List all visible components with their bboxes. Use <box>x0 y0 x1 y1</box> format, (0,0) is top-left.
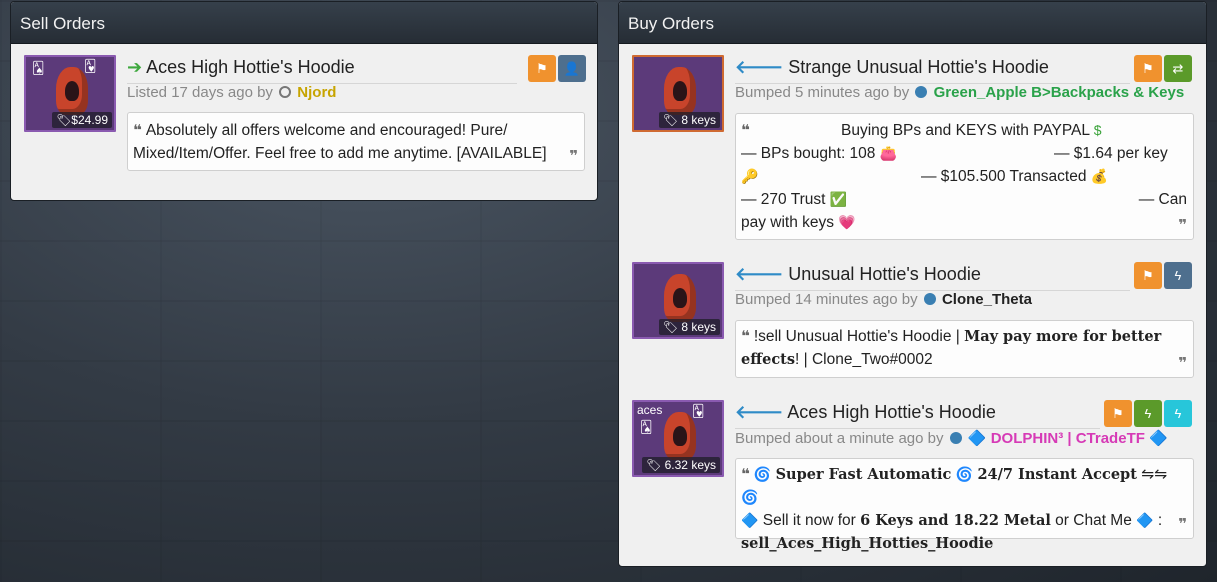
sell-orders-header: Sell Orders <box>11 2 597 44</box>
bolt-icon[interactable]: ϟ <box>1164 400 1192 427</box>
order-meta: Bumped 5 minutes ago by Green_Apple B>Ba… <box>735 84 1185 101</box>
arrow-right-icon: ➔ <box>127 57 143 77</box>
user-link[interactable]: Clone_Theta <box>942 291 1032 308</box>
quote-open-icon: ❝ <box>741 122 750 139</box>
cards-effect-icon: 🂡 <box>32 61 45 75</box>
diamond-icon: 🔷 <box>1149 430 1168 447</box>
item-title[interactable]: 🡐 Strange Unusual Hottie's Hoodie <box>735 57 1049 78</box>
cards-effect-icon: 🂱 <box>692 404 705 418</box>
bolt-icon[interactable]: ϟ <box>1134 400 1162 427</box>
buy-order-item: 🏷 8 keys 🡐 Strange Unusual Hottie's Hood… <box>632 55 1197 245</box>
tag-icon: 🏷 <box>662 113 678 127</box>
bolt-icon[interactable]: ϟ <box>1164 262 1192 289</box>
quote-close-icon: ❞ <box>569 148 578 165</box>
status-dot-icon <box>915 86 928 98</box>
order-quote: ❝ !sell Unusual Hottie's Hoodie | May pay… <box>735 320 1194 378</box>
sell-orders-panel: Sell Orders 🂡 🂱 🏷$24.99 ➔ Aces High Hott… <box>10 1 598 201</box>
diamond-icon: 🔷 <box>1136 512 1154 528</box>
item-thumbnail[interactable]: aces 🂡 🂱 🏷 6.32 keys <box>632 400 724 477</box>
user-link[interactable]: Green_Apple B>Backpacks & Keys <box>934 84 1185 101</box>
buy-orders-header: Buy Orders <box>619 2 1206 44</box>
user-link[interactable]: DOLPHIN³ | CTradeTF <box>991 430 1145 447</box>
order-quote: ❝ Absolutely all offers welcome and encou… <box>127 112 585 171</box>
order-meta: Bumped about a minute ago by 🔷 DOLPHIN³ … <box>735 430 1168 447</box>
price-tag: 🏷$24.99 <box>52 112 112 128</box>
order-actions: ⚑ ϟ <box>1132 262 1192 289</box>
status-dot-icon <box>949 432 962 444</box>
order-quote: ❝ Buying BPs and KEYS with PAYPAL $ — BP… <box>735 113 1194 240</box>
item-thumbnail[interactable]: 🏷 8 keys <box>632 55 724 132</box>
item-thumbnail[interactable]: 🏷 8 keys <box>632 262 724 339</box>
check-icon: ✅ <box>829 191 848 207</box>
price-tag: 🏷 6.32 keys <box>642 457 720 473</box>
add-friend-icon[interactable]: 👤 <box>558 55 586 82</box>
user-link[interactable]: Njord <box>297 84 336 101</box>
key-icon: 🔑 <box>741 168 759 184</box>
price-tag: 🏷 8 keys <box>658 319 720 335</box>
cyclone-icon: 🌀 <box>955 466 974 482</box>
buy-order-item: 🏷 8 keys 🡐 Unusual Hottie's Hoodie Bumpe… <box>632 262 1197 382</box>
item-title[interactable]: ➔ Aces High Hottie's Hoodie <box>127 57 355 78</box>
status-ring-icon <box>279 86 292 98</box>
hoodie-icon <box>664 67 696 115</box>
diamond-icon: 🔷 <box>967 430 987 447</box>
price-tag: 🏷 8 keys <box>658 112 720 128</box>
quote-open-icon: ❝ <box>133 122 142 139</box>
cards-effect-icon: 🂡 <box>640 420 653 434</box>
quote-close-icon: ❞ <box>1178 217 1187 234</box>
order-actions: ⚑ 👤 <box>526 55 586 82</box>
arrow-left-icon: 🡐 <box>735 57 784 77</box>
tag-icon: 🏷 <box>56 113 72 127</box>
exchange-icon: ⇋⇋ <box>1141 466 1168 483</box>
money-bag-icon: 💰 <box>1090 168 1109 184</box>
cyclone-icon: 🌀 <box>741 489 759 505</box>
hoodie-icon <box>664 412 696 460</box>
arrow-left-icon: 🡐 <box>735 264 784 284</box>
item-title[interactable]: 🡐 Unusual Hottie's Hoodie <box>735 264 981 285</box>
tag-icon: 🏷 <box>662 320 678 334</box>
quote-close-icon: ❞ <box>1178 355 1187 372</box>
flag-icon[interactable]: ⚑ <box>1104 400 1132 427</box>
status-dot-icon <box>923 293 936 305</box>
flag-icon[interactable]: ⚑ <box>528 55 556 82</box>
diamond-icon: 🔷 <box>741 512 759 528</box>
tag-icon: 🏷 <box>646 458 662 472</box>
hoodie-icon <box>56 67 88 115</box>
quote-close-icon: ❞ <box>1178 516 1187 533</box>
flag-icon[interactable]: ⚑ <box>1134 262 1162 289</box>
cyclone-icon: 🌀 <box>753 466 772 482</box>
order-meta: Bumped 14 minutes ago by Clone_Theta <box>735 291 1032 308</box>
cards-effect-icon: 🂱 <box>84 59 97 73</box>
buy-order-item: aces 🂡 🂱 🏷 6.32 keys 🡐 Aces High Hottie'… <box>632 400 1197 552</box>
quote-open-icon: ❝ <box>741 466 750 483</box>
arrow-left-icon: 🡐 <box>735 402 784 422</box>
order-actions: ⚑ ϟ ϟ <box>1102 400 1192 427</box>
item-thumbnail[interactable]: 🂡 🂱 🏷$24.99 <box>24 55 116 132</box>
item-title[interactable]: 🡐 Aces High Hottie's Hoodie <box>735 402 996 423</box>
sell-order-item: 🂡 🂱 🏷$24.99 ➔ Aces High Hottie's Hoodie … <box>24 55 589 185</box>
order-quote: ❝ 🌀 Super Fast Automatic 🌀 24/7 Instant A… <box>735 458 1194 552</box>
trade-icon[interactable]: ⇄ <box>1164 55 1192 82</box>
order-actions: ⚑ ⇄ <box>1132 55 1192 82</box>
order-meta: Listed 17 days ago by Njord <box>127 84 337 101</box>
buy-orders-panel: Buy Orders 🏷 8 keys 🡐 Strange Unusual Ho… <box>618 1 1207 567</box>
heart-icon: 💗 <box>838 214 856 230</box>
backpack-icon: 👛 <box>879 145 898 161</box>
hoodie-icon <box>664 274 696 322</box>
quote-open-icon: ❝ <box>741 328 750 345</box>
dollar-icon: $ <box>1093 122 1102 138</box>
flag-icon[interactable]: ⚑ <box>1134 55 1162 82</box>
